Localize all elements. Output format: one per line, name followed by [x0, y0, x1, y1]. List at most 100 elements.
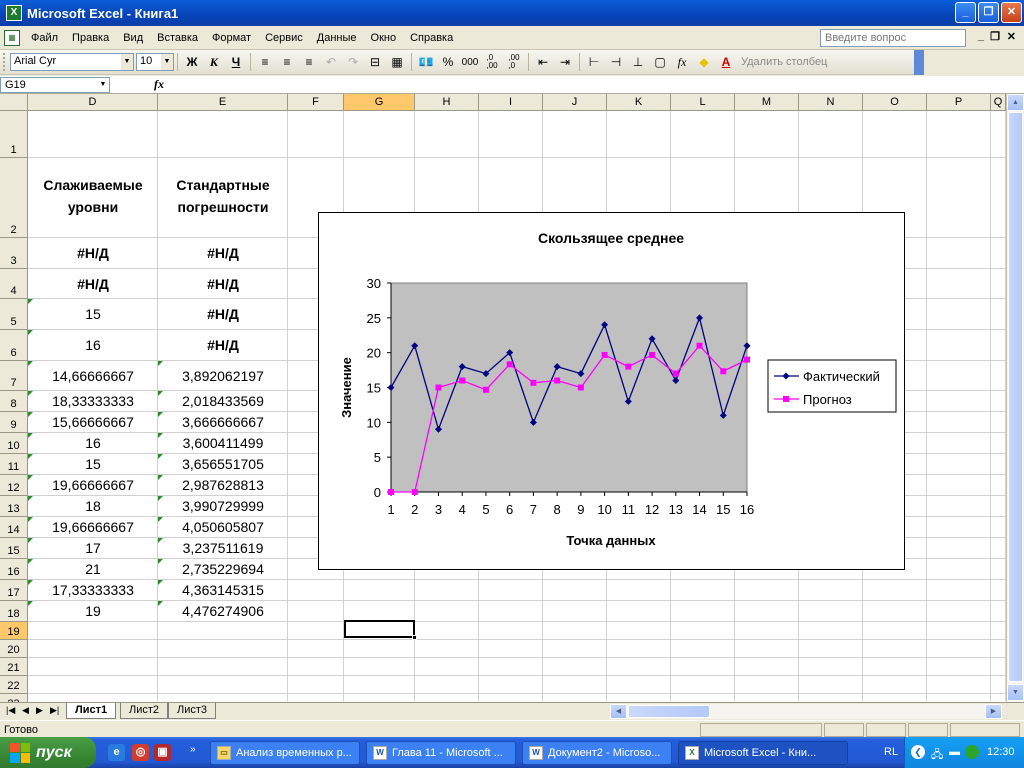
doc-restore-button[interactable]: ❐ [990, 30, 1000, 43]
row-header-1[interactable]: 1 [0, 111, 28, 158]
language-indicator[interactable]: RL [884, 746, 898, 758]
internet-explorer-icon[interactable]: e [108, 744, 125, 761]
restore-button[interactable]: ❐ [978, 2, 999, 23]
row-header-3[interactable]: 3 [0, 238, 28, 269]
increase-decimal-button[interactable]: ,0 ,00 [481, 52, 503, 72]
fill-handle[interactable] [412, 635, 417, 640]
sheet-tab-1[interactable]: Лист1 [66, 703, 117, 719]
cell-d10[interactable]: 16 [28, 433, 158, 454]
scroll-thumb[interactable] [1008, 112, 1023, 682]
align-left-icon[interactable]: ≡ [254, 52, 276, 72]
worksheet-grid[interactable]: DEFGHIJKLMNOPQ 1 2 3 4 5 6 7 8 9 10 11 12 13 14 15 16 17… [0, 94, 1024, 702]
column-header-d[interactable]: D [28, 94, 158, 111]
cell-e13[interactable]: 3,990729999 [158, 496, 288, 517]
cell-d13[interactable]: 18 [28, 496, 158, 517]
doc-minimize-button[interactable]: _ [978, 30, 984, 42]
row-header-13[interactable]: 13 [0, 496, 28, 517]
last-sheet-button[interactable]: ▶| [50, 705, 59, 716]
cell-d17[interactable]: 17,33333333 [28, 580, 158, 601]
insert-function-icon[interactable]: fx [154, 77, 164, 92]
menu-window[interactable]: Окно [364, 32, 404, 44]
header-std-errors[interactable]: Стандартные погрешности [158, 174, 288, 218]
insert-cells-icon[interactable]: ⊥ [627, 52, 649, 72]
cell-d16[interactable]: 21 [28, 559, 158, 580]
font-name-select[interactable]: Arial Cyr ▼ [10, 53, 134, 71]
tray-icon[interactable]: ▬ [949, 746, 960, 758]
column-header-q[interactable]: Q [991, 94, 1006, 111]
cell-d6[interactable]: 16 [28, 330, 158, 361]
prev-sheet-button[interactable]: ◀ [22, 705, 29, 716]
cell-d4[interactable]: #Н/Д [28, 269, 158, 299]
italic-button[interactable]: К [203, 52, 225, 72]
font-color-icon[interactable]: A [715, 52, 737, 72]
decrease-decimal-button[interactable]: ,00 ,0 [503, 52, 525, 72]
row-header-4[interactable]: 4 [0, 269, 28, 299]
chevron-down-icon[interactable]: ▼ [161, 54, 173, 70]
row-header-11[interactable]: 11 [0, 454, 28, 475]
cell-e8[interactable]: 2,018433569 [158, 391, 288, 412]
chevron-down-icon[interactable]: ▼ [121, 54, 133, 70]
task-button-word-2[interactable]: W Документ2 - Microso... [522, 741, 672, 765]
cell-e18[interactable]: 4,476274906 [158, 601, 288, 622]
menu-file[interactable]: Файл [24, 32, 65, 44]
cell-d5[interactable]: 15 [28, 299, 158, 330]
percent-button[interactable]: % [437, 52, 459, 72]
menu-insert[interactable]: Вставка [150, 32, 205, 44]
help-search-input[interactable]: Введите вопрос [820, 29, 966, 47]
task-button-excel[interactable]: X Microsoft Excel - Кни... [678, 741, 848, 765]
row-header-5[interactable]: 5 [0, 299, 28, 330]
column-header-m[interactable]: M [735, 94, 799, 111]
horizontal-scrollbar[interactable]: ◀ ▶ [610, 704, 1002, 719]
select-all-corner[interactable] [0, 94, 28, 111]
column-header-e[interactable]: E [158, 94, 288, 111]
cell-e11[interactable]: 3,656551705 [158, 454, 288, 475]
quicklaunch-expand-icon[interactable]: » [190, 744, 196, 755]
row-header-14[interactable]: 14 [0, 517, 28, 538]
column-header-l[interactable]: L [671, 94, 735, 111]
cell-d9[interactable]: 15,66666667 [28, 412, 158, 433]
menu-data[interactable]: Данные [310, 32, 364, 44]
tray-expand-icon[interactable]: ❮ [911, 745, 925, 759]
cell-e16[interactable]: 2,735229694 [158, 559, 288, 580]
undo-icon[interactable]: ↶ [320, 52, 342, 72]
currency-icon[interactable]: 💶 [415, 52, 437, 72]
name-box[interactable]: G19 ▼ [0, 76, 110, 93]
align-right-icon[interactable]: ≡ [298, 52, 320, 72]
column-header-k[interactable]: K [607, 94, 671, 111]
menu-view[interactable]: Вид [116, 32, 150, 44]
task-button-word-1[interactable]: W Глава 11 - Microsoft ... [366, 741, 516, 765]
doc-close-button[interactable]: ✕ [1007, 30, 1016, 43]
column-header-j[interactable]: J [543, 94, 607, 111]
row-header-20[interactable]: 20 [0, 640, 28, 658]
merge-center-icon[interactable]: ⊟ [364, 52, 386, 72]
font-size-select[interactable]: 10 ▼ [136, 53, 174, 71]
chevron-down-icon[interactable]: ▼ [97, 78, 109, 92]
increase-indent-icon[interactable]: ⇥ [554, 52, 576, 72]
decrease-indent-icon[interactable]: ⇤ [532, 52, 554, 72]
insert-col-icon[interactable]: ⊣ [605, 52, 627, 72]
toolbar-grip[interactable] [3, 53, 7, 71]
underline-button[interactable]: Ч [225, 52, 247, 72]
cell-e17[interactable]: 4,363145315 [158, 580, 288, 601]
quicklaunch-icon[interactable]: ◎ [132, 744, 149, 761]
cell-d12[interactable]: 19,66666667 [28, 475, 158, 496]
cell-d18[interactable]: 19 [28, 601, 158, 622]
align-center-icon[interactable]: ≡ [276, 52, 298, 72]
scroll-right-button[interactable]: ▶ [985, 704, 1002, 719]
minimize-button[interactable]: _ [955, 2, 976, 23]
toolbar-options-icon[interactable] [914, 50, 924, 75]
cell-e3[interactable]: #Н/Д [158, 238, 288, 269]
insert-row-icon[interactable]: ⊢ [583, 52, 605, 72]
scroll-down-button[interactable]: ▼ [1007, 684, 1024, 701]
chart[interactable]: Скользящее среднее 0 5 10 15 20 25 30 1 2 3 4 5 6 7 8 9 1… [318, 212, 905, 570]
cell-e14[interactable]: 4,050605807 [158, 517, 288, 538]
row-header-10[interactable]: 10 [0, 433, 28, 454]
tray-status-icon[interactable] [965, 745, 979, 759]
column-header-g[interactable]: G [344, 94, 415, 111]
row-header-12[interactable]: 12 [0, 475, 28, 496]
bold-button[interactable]: Ж [181, 52, 203, 72]
menu-help[interactable]: Справка [403, 32, 460, 44]
cell-d7[interactable]: 14,66666667 [28, 361, 158, 391]
table-icon[interactable]: ▦ [386, 52, 408, 72]
row-header-19[interactable]: 19 [0, 622, 28, 640]
